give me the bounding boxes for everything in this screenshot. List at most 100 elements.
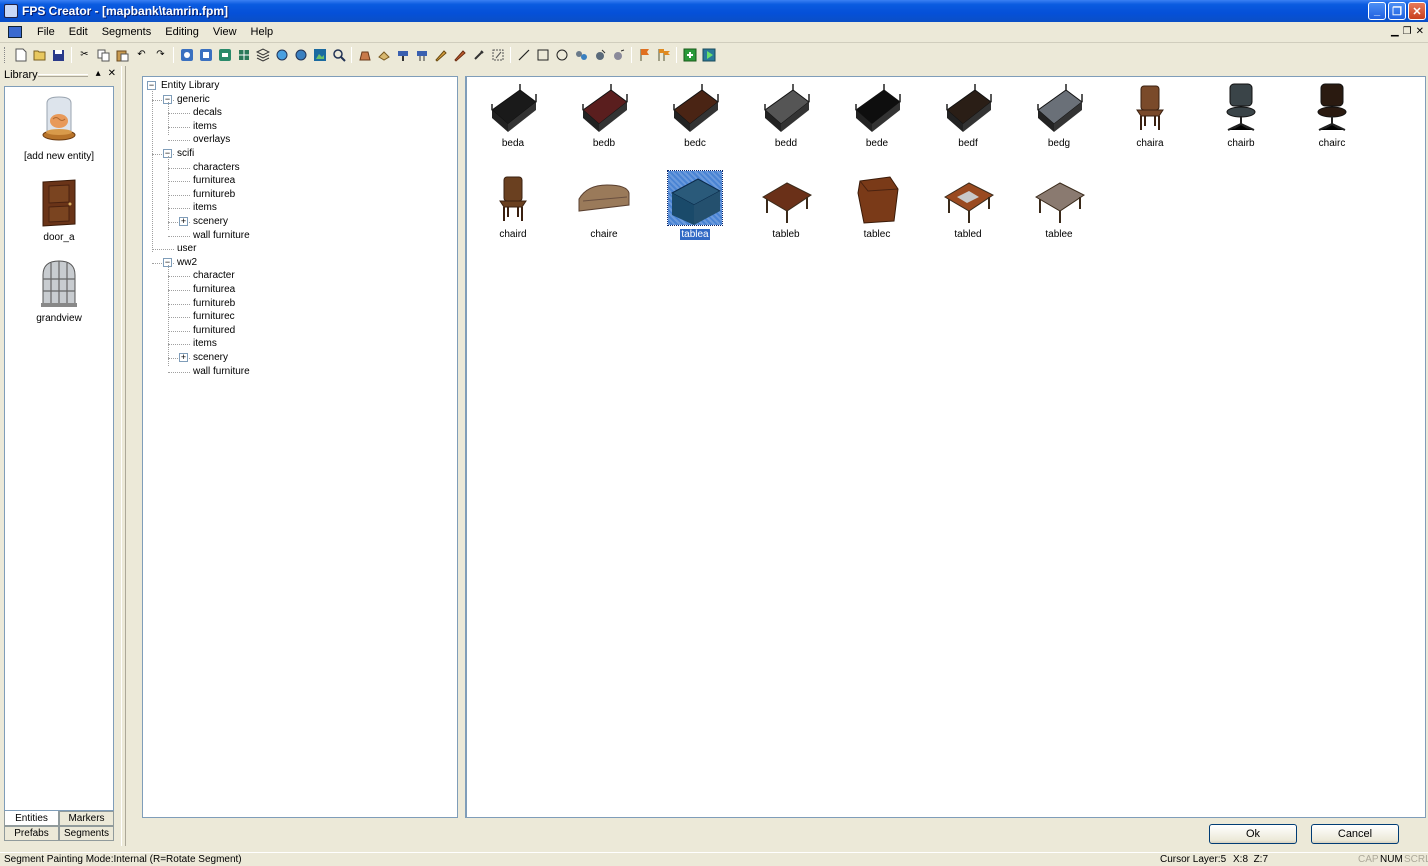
- tree-expand-icon[interactable]: +: [179, 217, 188, 226]
- tree-node[interactable]: ww2: [177, 256, 197, 269]
- tree-node[interactable]: items: [193, 120, 217, 133]
- tree-node[interactable]: generic: [177, 93, 210, 106]
- gallery-item-bede[interactable]: bede: [842, 80, 912, 160]
- ok-button[interactable]: Ok: [1209, 824, 1297, 844]
- menu-help[interactable]: Help: [244, 26, 281, 38]
- copy-icon[interactable]: [96, 47, 112, 63]
- tab-segments[interactable]: Segments: [59, 826, 114, 841]
- picker-icon[interactable]: [471, 47, 487, 63]
- restore-button[interactable]: ❐: [1388, 2, 1406, 20]
- draw-circle-icon[interactable]: [554, 47, 570, 63]
- new-file-icon[interactable]: [13, 47, 29, 63]
- tree-node[interactable]: wall furniture: [193, 229, 250, 242]
- draw-box-icon[interactable]: [535, 47, 551, 63]
- brush-icon[interactable]: [433, 47, 449, 63]
- document-icon[interactable]: [8, 26, 22, 38]
- redo-icon[interactable]: ↷: [153, 47, 169, 63]
- menu-segments[interactable]: Segments: [95, 26, 159, 38]
- menu-view[interactable]: View: [206, 26, 244, 38]
- gallery-item-bedd[interactable]: bedd: [751, 80, 821, 160]
- layer-view-icon[interactable]: [217, 47, 233, 63]
- draw-line-icon[interactable]: [516, 47, 532, 63]
- tree-node[interactable]: user: [177, 242, 196, 255]
- test-view-icon[interactable]: [312, 47, 328, 63]
- gallery-item-tablee[interactable]: tablee: [1024, 171, 1094, 251]
- gallery-item-chairb[interactable]: chairb: [1206, 80, 1276, 160]
- gallery-item-chairc[interactable]: chairc: [1297, 80, 1367, 160]
- tree-node[interactable]: furnitureb: [193, 297, 235, 310]
- fill-icon[interactable]: [592, 47, 608, 63]
- menu-editing[interactable]: Editing: [158, 26, 206, 38]
- menu-file[interactable]: File: [30, 26, 62, 38]
- tree-node[interactable]: scifi: [177, 147, 194, 160]
- test-game-icon[interactable]: [701, 47, 717, 63]
- tab-prefabs[interactable]: Prefabs: [4, 826, 59, 841]
- tree-expand-icon[interactable]: +: [179, 353, 188, 362]
- tree-node[interactable]: furniturea: [193, 174, 235, 187]
- menu-edit[interactable]: Edit: [62, 26, 95, 38]
- tab-entities[interactable]: Entities: [4, 811, 59, 826]
- tree-node[interactable]: character: [193, 269, 235, 282]
- cancel-button[interactable]: Cancel: [1311, 824, 1399, 844]
- tree-node[interactable]: decals: [193, 106, 222, 119]
- tree-node[interactable]: furnitured: [193, 324, 235, 337]
- gallery-item-chaire[interactable]: chaire: [569, 171, 639, 251]
- tree-node[interactable]: furniturec: [193, 310, 235, 323]
- tree-node[interactable]: scenery: [193, 351, 228, 364]
- layer-down-icon[interactable]: [198, 47, 214, 63]
- gallery-item-bedf[interactable]: bedf: [933, 80, 1003, 160]
- library-close-icon[interactable]: ✕: [108, 68, 116, 79]
- gallery-item-tablec[interactable]: tablec: [842, 171, 912, 251]
- mdi-minimize-icon[interactable]: ▁: [1391, 26, 1399, 37]
- spray-icon[interactable]: [611, 47, 627, 63]
- zoom-out-icon[interactable]: [293, 47, 309, 63]
- save-icon[interactable]: [51, 47, 67, 63]
- waypoint-multi-icon[interactable]: [656, 47, 672, 63]
- tree-node[interactable]: wall furniture: [193, 365, 250, 378]
- gallery-item-tablea[interactable]: tablea: [660, 170, 730, 251]
- random-icon[interactable]: [573, 47, 589, 63]
- tree-node[interactable]: furniturea: [193, 283, 235, 296]
- layers-icon[interactable]: [255, 47, 271, 63]
- library-item-door-a[interactable]: door_a: [5, 162, 113, 243]
- gallery-item-chaira[interactable]: chaira: [1115, 80, 1185, 160]
- open-folder-icon[interactable]: [32, 47, 48, 63]
- tree-node[interactable]: furnitureb: [193, 188, 235, 201]
- paint-icon-a[interactable]: [395, 47, 411, 63]
- app-icon[interactable]: [4, 4, 18, 18]
- segment-mode-icon[interactable]: [376, 47, 392, 63]
- tree-node[interactable]: overlays: [193, 133, 230, 146]
- paste-icon[interactable]: [115, 47, 131, 63]
- tree-root[interactable]: Entity Library: [161, 79, 219, 92]
- gallery-item-chaird[interactable]: chaird: [478, 171, 548, 251]
- mdi-restore-icon[interactable]: ❐: [1403, 26, 1412, 37]
- grid-icon[interactable]: [236, 47, 252, 63]
- gallery-item-bedb[interactable]: bedb: [569, 80, 639, 160]
- library-grip[interactable]: [38, 74, 88, 77]
- tree-node[interactable]: characters: [193, 161, 240, 174]
- select-area-icon[interactable]: [490, 47, 506, 63]
- library-item-add-entity[interactable]: [add new entity]: [5, 87, 113, 162]
- entity-mode-icon[interactable]: [357, 47, 373, 63]
- waypoint-flag-icon[interactable]: [637, 47, 653, 63]
- minimize-button[interactable]: _: [1368, 2, 1386, 20]
- mdi-close-icon[interactable]: ✕: [1416, 26, 1424, 37]
- magnify-icon[interactable]: [331, 47, 347, 63]
- brush-alt-icon[interactable]: [452, 47, 468, 63]
- library-pin-icon[interactable]: ▴: [96, 68, 101, 79]
- gallery-item-tabled[interactable]: tabled: [933, 171, 1003, 251]
- toolbar-grip[interactable]: [4, 47, 7, 63]
- gallery-item-bedg[interactable]: bedg: [1024, 80, 1094, 160]
- tree-node[interactable]: items: [193, 337, 217, 350]
- tree-node[interactable]: items: [193, 201, 217, 214]
- gallery-item-bedc[interactable]: bedc: [660, 80, 730, 160]
- undo-icon[interactable]: ↶: [134, 47, 150, 63]
- layer-up-icon[interactable]: [179, 47, 195, 63]
- zoom-in-icon[interactable]: [274, 47, 290, 63]
- gallery-item-tableb[interactable]: tableb: [751, 171, 821, 251]
- close-button[interactable]: ✕: [1408, 2, 1426, 20]
- tab-markers[interactable]: Markers: [59, 811, 114, 826]
- paint-icon-b[interactable]: [414, 47, 430, 63]
- tree-node[interactable]: scenery: [193, 215, 228, 228]
- build-game-icon[interactable]: [682, 47, 698, 63]
